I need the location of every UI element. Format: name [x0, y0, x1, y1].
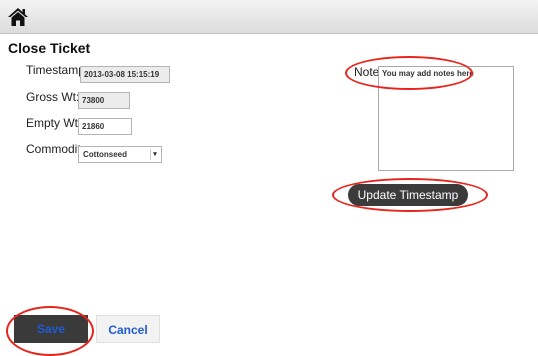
cancel-button[interactable]: Cancel: [96, 315, 160, 343]
empty-weight-label: Empty Wt:: [26, 116, 82, 130]
timestamp-field: 2013-03-08 15:15:19: [80, 66, 170, 83]
update-timestamp-highlight-ellipse: [332, 178, 488, 212]
page-title: Close Ticket: [8, 40, 91, 56]
empty-weight-input[interactable]: 21860: [78, 118, 132, 135]
save-highlight-ellipse: [6, 306, 94, 356]
gross-weight-field: 73800: [78, 92, 130, 109]
chevron-down-icon: ▾: [150, 149, 159, 160]
commodity-select[interactable]: Cottonseed ▾: [78, 146, 162, 163]
note-highlight-ellipse: [345, 56, 473, 90]
gross-weight-label: Gross Wt:: [26, 90, 80, 104]
timestamp-label: Timestamp:: [26, 63, 89, 77]
home-icon[interactable]: [7, 7, 29, 27]
commodity-selected-value: Cottonseed: [83, 150, 127, 159]
top-bar: [0, 0, 538, 34]
